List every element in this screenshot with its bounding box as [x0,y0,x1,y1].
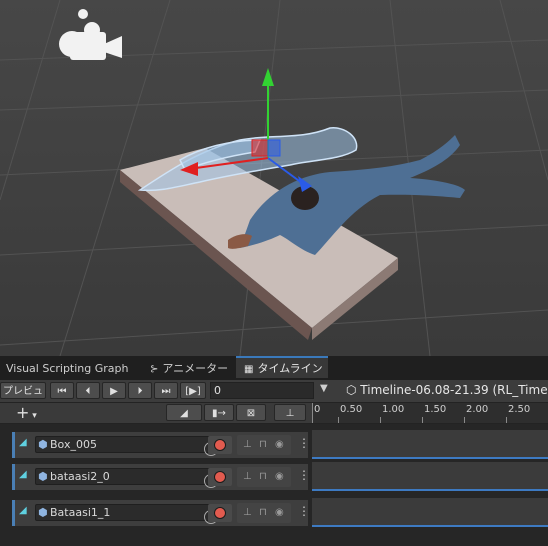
ruler-label: 2.50 [508,404,531,415]
track-lane[interactable] [312,430,548,459]
pin-icon[interactable]: ⊥ [243,467,252,487]
lock-icon[interactable]: ⊓ [259,435,267,455]
track-binding-field[interactable]: ⬢ Box_005 [35,436,218,456]
tab-animator[interactable]: ⊱ アニメーター [150,356,228,380]
play-range-button[interactable]: [▶] [180,382,206,399]
animation-track-icon: ◢ [19,505,27,516]
record-button[interactable] [208,468,232,486]
track-lane[interactable] [312,498,548,527]
more-options-icon[interactable]: ⋮ [298,468,310,482]
scene-view[interactable] [0,0,548,356]
lock-icon[interactable]: ⊓ [259,503,267,523]
ruler-label: 0 [314,404,321,415]
track-options: ⊥ ⊓ ◉ [237,467,291,487]
marker-icon[interactable]: ⊠ [236,404,266,421]
tab-label: タイムライン [257,362,323,375]
track-row[interactable]: ◢ ⬢ bataasi2_0 ⊥ ⊓ ◉ ⋮ [12,464,310,490]
ruler-label: 1.50 [424,404,447,415]
frame-input[interactable]: 0 [210,382,314,399]
track-lane[interactable] [312,462,548,491]
tab-visual-scripting-graph[interactable]: Visual Scripting Graph [6,356,129,380]
pin-icon[interactable]: ⊥ [243,435,252,455]
pin-icon[interactable]: ⊥ [243,503,252,523]
cube-icon: ⬢ [38,470,48,483]
animation-track-icon: ◢ [19,469,27,480]
animator-icon: ⊱ [150,364,159,375]
lock-icon[interactable]: ⊓ [259,467,267,487]
track-binding-field[interactable]: ⬢ Bataasi1_1 [35,504,218,524]
cube-icon: ⬢ [38,506,48,519]
timeline-asset-selector[interactable]: ⬡ Timeline-06.08-21.39 (RL_TimeLi [346,383,548,397]
snap-icon[interactable]: ◢ [166,404,202,421]
record-button[interactable] [208,504,232,522]
play-icon[interactable]: ▶ [102,382,126,399]
ripple-icon[interactable]: ▮→ [204,404,234,421]
pin-icon[interactable]: ⊥ [274,404,306,421]
cube-icon: ⬡ [346,383,361,397]
record-button[interactable] [208,436,232,454]
more-options-icon[interactable]: ⋮ [298,504,310,518]
tab-label: Visual Scripting Graph [6,362,129,375]
previous-frame-icon[interactable]: ⏴ [76,382,100,399]
tab-label: アニメーター [162,362,229,375]
timeline-asset-name: Timeline-06.08-21.39 (RL_TimeLi [360,383,548,397]
ruler-label: 2.00 [466,404,489,415]
track-options: ⊥ ⊓ ◉ [237,435,291,455]
track-row[interactable]: ◢ ⬢ Bataasi1_1 ⊥ ⊓ ◉ ⋮ [12,500,310,526]
eye-icon[interactable]: ◉ [275,503,284,523]
panel-tab-bar: Visual Scripting Graph ⊱ アニメーター ▦ タイムライン [0,356,548,380]
preview-button[interactable]: プレビュー [0,382,46,414]
animation-track-icon: ◢ [19,437,27,448]
track-header-row: + ▾ ◢ ▮→ ⊠ ⊥ 0 0.50 1.00 1.50 2.00 2.50 [0,403,548,424]
eye-icon[interactable]: ◉ [275,435,284,455]
jump-to-start-icon[interactable]: ⏮ [50,382,74,399]
add-track-icon[interactable]: + ▾ [16,403,37,422]
track-binding-field[interactable]: ⬢ bataasi2_0 [35,468,218,488]
track-list: ◢ ⬢ Box_005 ⊥ ⊓ ◉ ⋮ ◢ ⬢ bataasi2_0 ⊥ ⊓ ◉… [0,424,548,546]
time-ruler[interactable]: 0 0.50 1.00 1.50 2.00 2.50 [312,403,548,423]
cube-icon: ⬢ [38,438,48,451]
timeline-toolbar: プレビュー ⏮ ⏴ ▶ ⏵ ⏭ [▶] 0 ▼ ⬡ Timeline-06.08… [0,380,548,414]
next-frame-icon[interactable]: ⏵ [128,382,152,399]
track-options: ⊥ ⊓ ◉ [237,503,291,523]
more-options-icon[interactable]: ⋮ [298,436,310,450]
eye-icon[interactable]: ◉ [275,467,284,487]
scene-canvas[interactable] [0,0,548,356]
track-name: Box_005 [50,438,97,451]
track-name: Bataasi1_1 [50,506,111,519]
timeline-icon: ▦ [244,364,254,375]
tab-timeline[interactable]: ▦ タイムライン [236,356,328,378]
jump-to-end-icon[interactable]: ⏭ [154,382,178,399]
ruler-label: 1.00 [382,404,405,415]
track-row[interactable]: ◢ ⬢ Box_005 ⊥ ⊓ ◉ ⋮ [12,432,310,458]
chevron-down-icon[interactable]: ▼ [320,383,328,394]
track-name: bataasi2_0 [50,470,110,483]
ruler-label: 0.50 [340,404,363,415]
